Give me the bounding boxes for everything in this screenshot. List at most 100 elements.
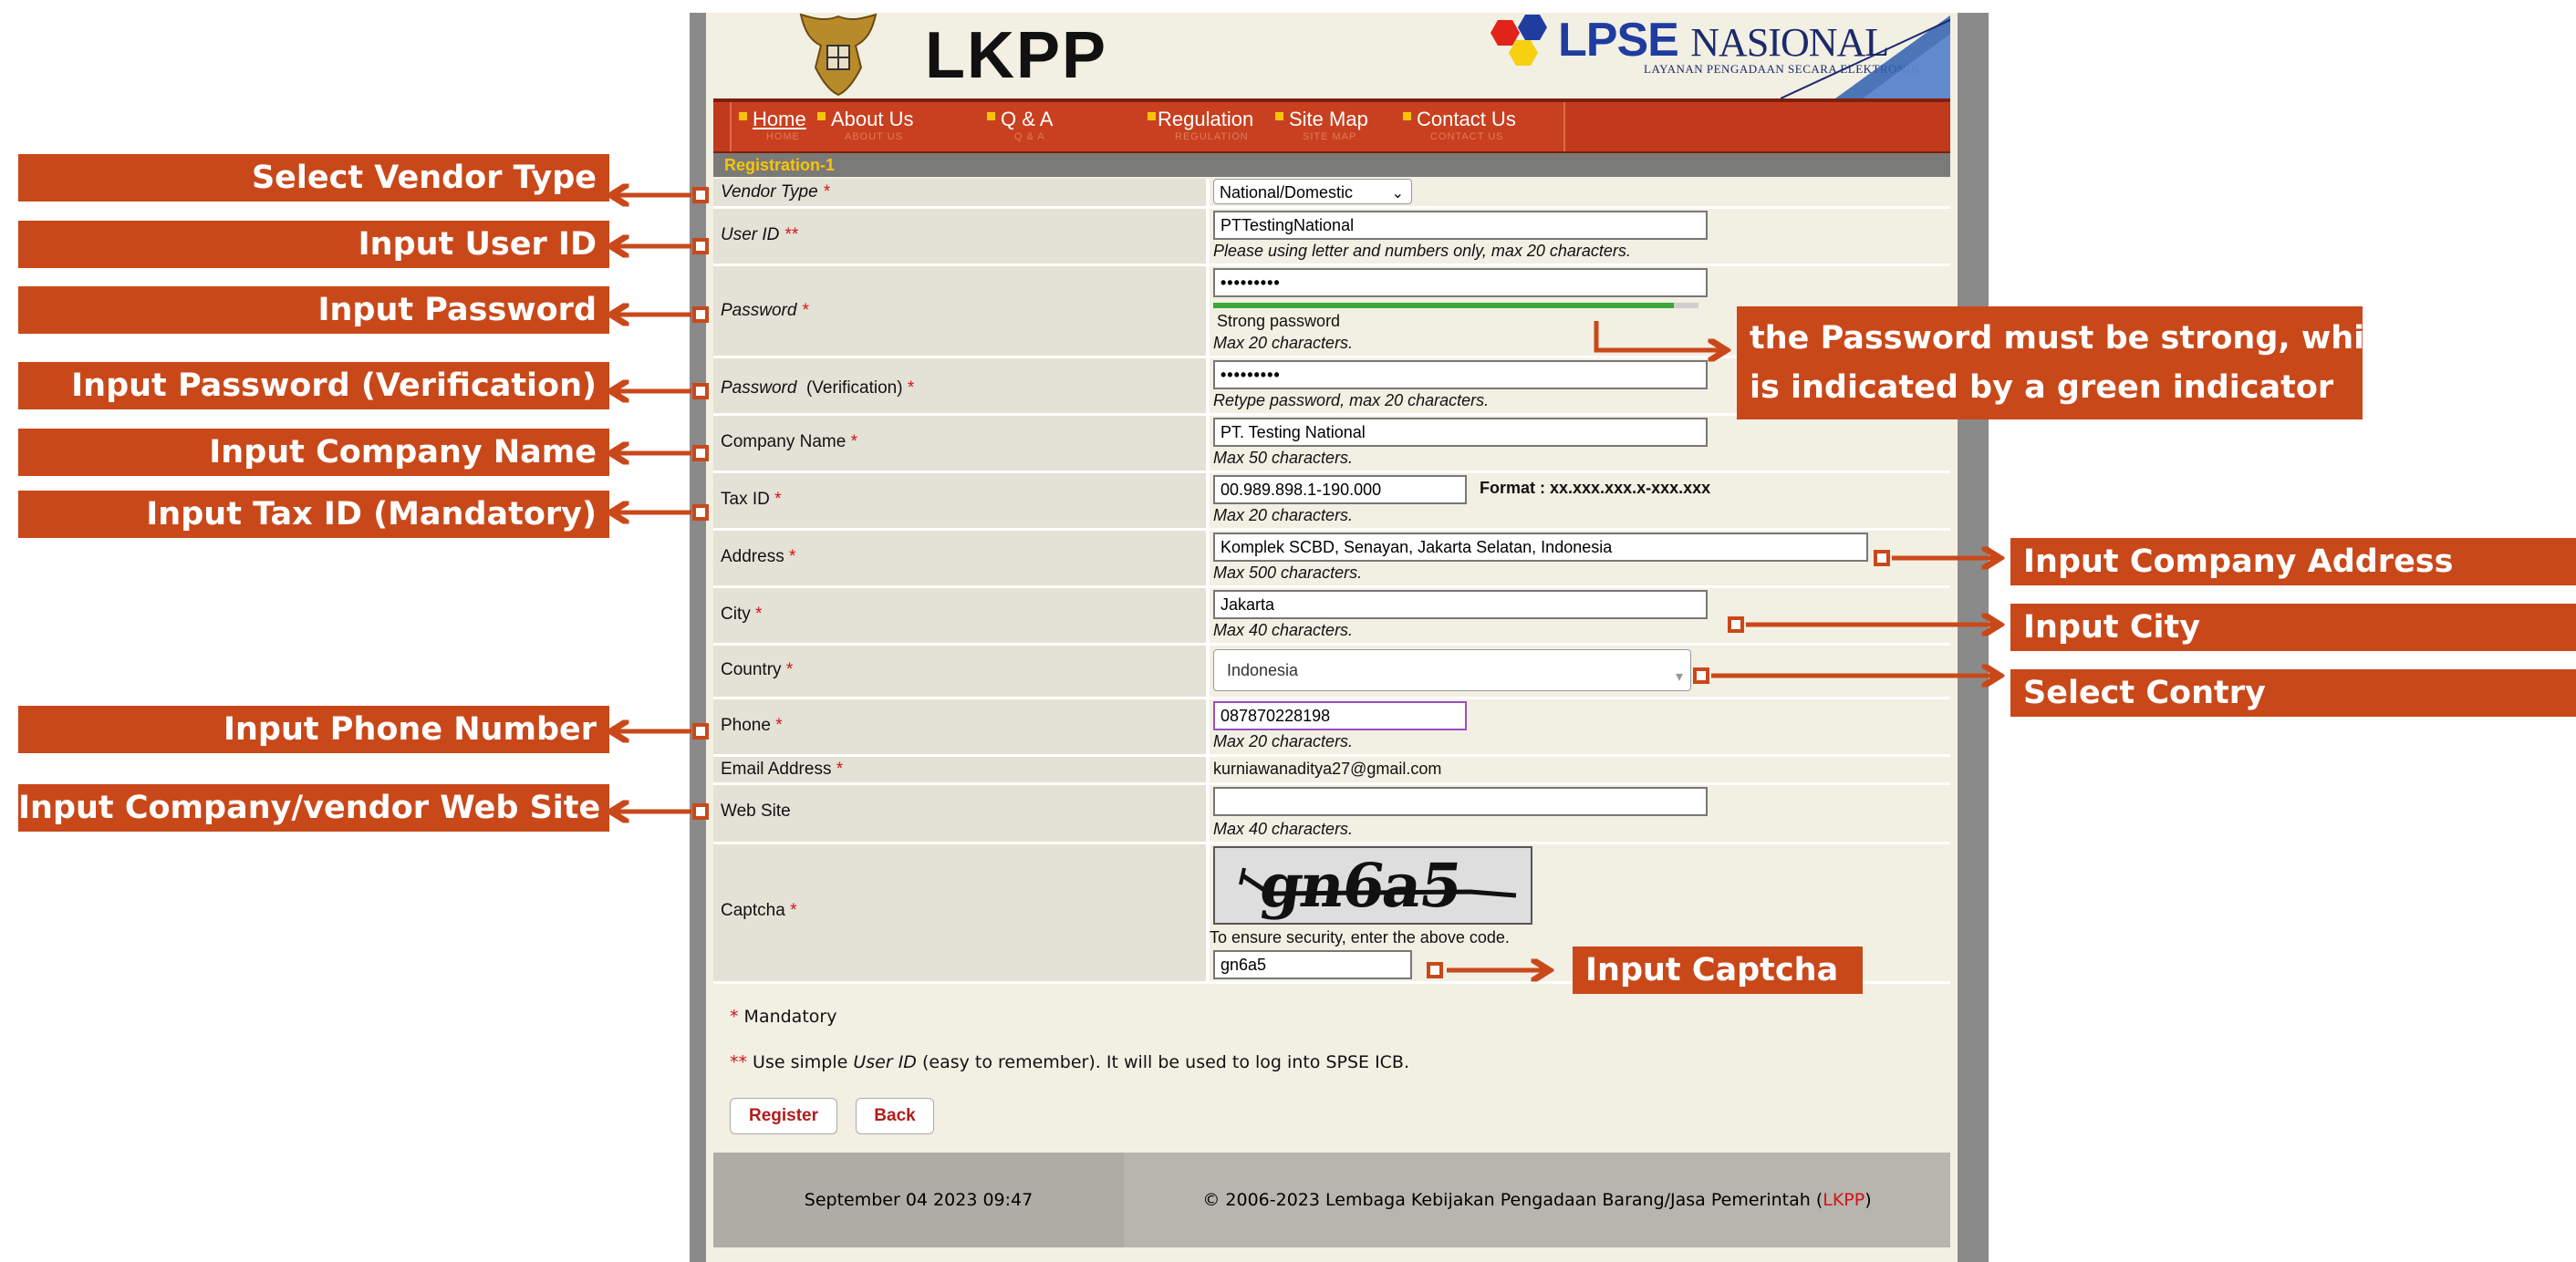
website-label: Web Site [721,802,791,821]
phone-label: Phone [721,716,771,735]
row-country: Country * Indonesia ▾ [713,646,1950,699]
password-strength-text: Strong password [1217,312,1341,330]
callout-select-vendor-type: Select Vendor Type [18,154,609,202]
lpse-swoosh-icon [1781,15,1950,98]
footer: September 04 2023 09:47 © 2006-2023 Lemb… [713,1153,1950,1247]
marker-captcha [1427,962,1443,978]
footer-copyright: © 2006-2023 Lembaga Kebijakan Pengadaan … [1202,1190,1872,1210]
main-nav: Home HOME About Us ABOUT US Q & AQ & A Reg… [713,98,1950,155]
callout-input-phone: Input Phone Number [18,706,609,753]
row-city: City * Jakarta Max 40 characters. [713,588,1950,646]
chevron-down-icon: ⌄ [1391,186,1404,202]
callout-input-company-address: Input Company Address [2010,538,2576,585]
footer-lkpp-link[interactable]: LKPP [1823,1190,1864,1210]
email-label: Email Address [721,760,832,779]
marker-password-verify [692,383,709,399]
captcha-hint: To ensure security, enter the above code… [1210,928,1510,946]
nav-site-map[interactable]: Site Map SITE MAP [1275,108,1368,142]
lpse-flower-icon [1491,15,1547,66]
marker-city [1728,616,1744,633]
row-user-id: User ID ** PTTestingNational Please usin… [713,209,1950,266]
tax-id-hint: Max 20 characters. [1213,506,1354,524]
row-tax-id: Tax ID * 00.989.898.1-190.000 Format : x… [713,473,1950,531]
password-strength-bar [1213,303,1675,308]
row-phone: Phone * 087870228198 Max 20 characters. [713,699,1950,757]
mandatory-note: * Mandatory [730,1007,837,1027]
company-name-label: Company Name [721,432,847,451]
callout-input-password-verification: Input Password (Verification) [18,362,609,409]
city-label: City [721,605,751,624]
registration-page: LKPP LPSE NASIONAL LAYANAN PENGADAAN SEC… [706,13,1958,1262]
captcha-image: gn6a5 [1213,846,1532,925]
callout-password-strength-note: the Password must be strong, which is in… [1737,306,2406,419]
company-name-hint: Max 50 characters. [1213,449,1354,467]
password-strength-track [1213,303,1698,308]
marker-tax-id [692,504,709,521]
callout-input-password: Input Password [18,286,609,334]
marker-vendor-type [692,187,709,203]
website-hint: Max 40 characters. [1213,820,1354,838]
password-verify-label: Password [721,378,797,398]
back-button[interactable]: Back [856,1098,934,1134]
callout-input-user-id: Input User ID [18,221,609,268]
nav-qa[interactable]: Q & AQ & A [987,108,1053,142]
marker-company-name [692,445,709,461]
user-id-hint: Please using letter and numbers only, ma… [1213,242,1631,260]
row-website: Web Site Max 40 characters. [713,785,1950,844]
marker-phone [692,723,709,740]
phone-hint: Max 20 characters. [1213,732,1354,750]
marker-country [1693,667,1709,684]
marker-password [692,306,709,323]
row-address: Address * Komplek SCBD, Senayan, Jakarta… [713,531,1950,588]
address-input[interactable]: Komplek SCBD, Senayan, Jakarta Selatan, … [1213,533,1868,562]
address-hint: Max 500 characters. [1213,564,1363,582]
vendor-type-label: Vendor Type [721,182,818,202]
user-id-label: User ID [721,225,780,244]
callout-input-captcha: Input Captcha [1573,946,1863,994]
caret-down-icon: ▾ [1675,669,1683,685]
user-id-input[interactable]: PTTestingNational [1213,211,1708,240]
email-value: kurniawanaditya27@gmail.com [1213,760,1442,778]
nav-contact-us[interactable]: Contact Us CONTACT US [1403,108,1516,142]
row-email: Email Address * kurniawanaditya27@gmail.… [713,757,1950,785]
footer-datetime: September 04 2023 09:47 [713,1153,1124,1247]
marker-website [692,803,709,820]
nav-regulation[interactable]: Regulation REGULATION [1148,108,1253,142]
register-button[interactable]: Register [730,1098,837,1134]
password-input[interactable]: ••••••••• [1213,268,1708,297]
callout-input-company-name: Input Company Name [18,429,609,476]
lpse-text: LPSE [1558,14,1679,67]
row-vendor-type: Vendor Type * National/Domestic ⌄ [713,179,1950,209]
phone-input[interactable]: 087870228198 [1213,701,1467,730]
website-input[interactable] [1213,787,1708,816]
nav-about-us[interactable]: About Us ABOUT US [817,108,914,142]
callout-input-website: Input Company/vendor Web Site [18,784,609,832]
company-name-input[interactable]: PT. Testing National [1213,418,1708,447]
nav-home[interactable]: Home HOME [739,108,806,142]
city-input[interactable]: Jakarta [1213,590,1708,619]
section-title: Registration-1 [713,153,1950,177]
lkpp-logo: LKPP [925,19,1108,92]
callout-select-country: Select Contry [2010,669,2576,717]
captcha-input[interactable]: gn6a5 [1213,950,1412,979]
marker-user-id [692,238,709,254]
lpse-nasional-logo: LPSE NASIONAL LAYANAN PENGADAAN SECARA E… [1480,13,1950,98]
browser-page-frame: LKPP LPSE NASIONAL LAYANAN PENGADAAN SEC… [690,13,1989,1262]
user-id-note: ** Use simple User ID (easy to remember)… [730,1052,1410,1072]
row-company-name: Company Name * PT. Testing National Max … [713,416,1950,473]
address-label: Address [721,547,784,566]
tax-id-label: Tax ID [721,490,770,509]
city-hint: Max 40 characters. [1213,621,1354,639]
vendor-type-select[interactable]: National/Domestic ⌄ [1213,179,1412,204]
tax-id-format: Format : xx.xxx.xxx.x-xxx.xxx [1480,479,1711,497]
callout-input-city: Input City [2010,604,2576,651]
marker-address [1874,550,1890,566]
country-select[interactable]: Indonesia ▾ [1213,649,1691,691]
password-verify-input[interactable]: ••••••••• [1213,360,1708,389]
password-verify-hint: Retype password, max 20 characters. [1213,391,1490,409]
tax-id-input[interactable]: 00.989.898.1-190.000 [1213,475,1467,504]
captcha-label: Captcha [721,901,785,920]
captcha-noise-icon [1239,867,1517,898]
password-label: Password [721,301,797,320]
callout-input-tax-id: Input Tax ID (Mandatory) [18,491,609,538]
